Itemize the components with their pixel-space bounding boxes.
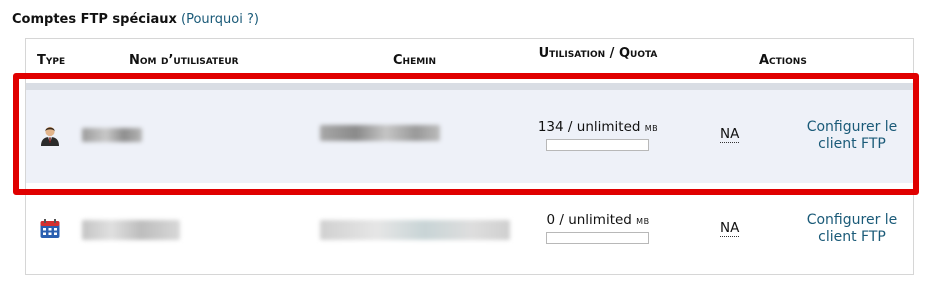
column-header-usage: Utilisation / Quota	[538, 46, 658, 61]
column-header-username: Nom d’utilisateur	[129, 53, 239, 68]
username-redacted	[82, 128, 142, 142]
column-header-actions: Actions	[759, 53, 807, 68]
path-redacted	[320, 125, 440, 141]
table-row	[26, 90, 913, 183]
status-na: NA	[720, 220, 740, 237]
status-na: NA	[720, 126, 740, 143]
usage-text: 134 / unlimited mb	[537, 119, 659, 135]
configure-ftp-client-link[interactable]: Configurer le client FTP	[800, 119, 904, 153]
usage-progress-bar	[546, 232, 649, 244]
configure-ftp-client-link[interactable]: Configurer le client FTP	[800, 212, 904, 246]
username-redacted	[82, 220, 180, 240]
section-title-text: Comptes FTP spéciaux	[12, 12, 177, 27]
header-divider	[26, 83, 913, 90]
section-title: Comptes FTP spéciaux (Pourquoi ?)	[12, 12, 259, 27]
column-header-path: Chemin	[393, 53, 437, 68]
usage-text: 0 / unlimited mb	[546, 212, 650, 228]
usage-progress-bar	[546, 139, 649, 151]
column-header-type: Type	[37, 53, 66, 68]
path-redacted	[320, 220, 510, 240]
calendar-icon	[40, 219, 60, 238]
user-account-icon	[41, 126, 59, 146]
help-link[interactable]: (Pourquoi ?)	[181, 12, 259, 27]
